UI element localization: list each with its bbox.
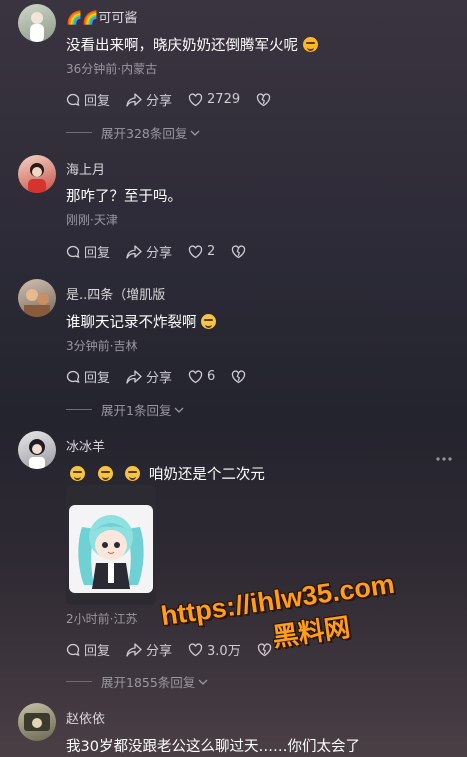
avatar[interactable] <box>18 703 56 741</box>
heart-icon <box>188 244 203 258</box>
chevron-down-icon <box>190 130 200 136</box>
anime-sticker-image <box>69 505 153 593</box>
broken-heart-icon <box>232 244 246 258</box>
grinning-emoji-icon <box>125 466 141 481</box>
avatar[interactable] <box>18 155 56 193</box>
comment-text: 没看出来啊，晓庆奶奶还倒腾军火呢 <box>66 34 318 55</box>
share-button[interactable]: 分享 <box>126 367 172 386</box>
like-button[interactable]: 6 <box>188 369 215 384</box>
share-label: 分享 <box>146 644 173 659</box>
comment-text: 咱奶还是个二次元 <box>66 463 265 484</box>
broken-heart-icon <box>256 92 271 106</box>
dislike-button[interactable] <box>231 369 250 384</box>
share-label: 分享 <box>146 246 173 261</box>
username[interactable]: 赵依依 <box>66 708 105 727</box>
username[interactable]: 是..四条（增肌版 <box>66 284 165 303</box>
laughing-emoji-icon <box>302 37 318 52</box>
reply-label: 回复 <box>84 246 111 261</box>
comment-text-body: 没看出来啊，晓庆奶奶还倒腾军火呢 <box>66 38 298 54</box>
more-options-button[interactable] <box>436 446 452 465</box>
expand-replies-label: 展开1855条回复 <box>101 675 196 690</box>
expand-replies-label: 展开328条回复 <box>101 126 188 141</box>
username[interactable]: 🌈🌈可可酱 <box>66 7 137 26</box>
comment-meta: 2小时前·江苏 <box>66 612 138 626</box>
broken-heart-icon <box>257 642 271 656</box>
comment-image[interactable] <box>66 485 156 605</box>
comment-text: 谁聊天记录不炸裂啊 <box>66 311 217 332</box>
grinning-emoji-icon <box>97 466 113 481</box>
reply-label: 回复 <box>84 371 111 386</box>
avatar[interactable] <box>18 4 56 42</box>
like-count: 2 <box>207 244 216 259</box>
share-button[interactable]: 分享 <box>126 242 172 261</box>
comment-actions: 回复 分享 2729 <box>66 90 291 109</box>
comment-icon <box>66 370 80 383</box>
reply-button[interactable]: 回复 <box>66 367 110 386</box>
reply-button[interactable]: 回复 <box>66 242 110 261</box>
grinning-emoji-icon <box>70 466 85 481</box>
divider <box>66 409 92 410</box>
share-arrow-icon <box>126 244 142 259</box>
reply-label: 回复 <box>84 644 111 659</box>
share-button[interactable]: 分享 <box>126 90 172 109</box>
grinning-emoji-icon <box>201 314 217 329</box>
dislike-button[interactable] <box>256 92 275 107</box>
comment-text-body: 咱奶还是个二次元 <box>148 467 265 483</box>
comment-meta: 36分钟前·内蒙古 <box>66 62 158 76</box>
share-arrow-icon <box>126 369 142 384</box>
comment-text-body: 谁聊天记录不炸裂啊 <box>66 315 197 331</box>
like-button[interactable]: 2 <box>188 244 215 259</box>
heart-icon <box>188 369 203 383</box>
expand-replies-button[interactable]: 展开1条回复 <box>66 400 185 419</box>
comment-icon <box>66 643 80 656</box>
like-button[interactable]: 3.0万 <box>188 640 241 659</box>
heart-icon <box>188 642 203 656</box>
comment-actions: 回复 分享 3.0万 <box>66 640 292 659</box>
avatar[interactable] <box>18 279 56 317</box>
like-count: 6 <box>207 369 216 384</box>
like-count: 2729 <box>207 92 241 107</box>
like-count: 3.0万 <box>207 644 241 659</box>
share-button[interactable]: 分享 <box>126 640 172 659</box>
expand-replies-label: 展开1条回复 <box>101 403 172 418</box>
comment-text: 那咋了？至于吗。 <box>66 189 182 205</box>
comment-icon <box>66 245 80 258</box>
comment-text: 我30岁都没跟老公这么聊过天……你们太会了 <box>66 739 360 755</box>
avatar[interactable] <box>18 431 56 469</box>
divider <box>66 681 92 682</box>
reply-label: 回复 <box>84 94 111 109</box>
share-arrow-icon <box>126 642 142 657</box>
share-arrow-icon <box>126 92 142 107</box>
username[interactable]: 海上月 <box>66 159 105 178</box>
username[interactable]: 冰冰羊 <box>66 436 105 455</box>
expand-replies-button[interactable]: 展开328条回复 <box>66 123 201 142</box>
share-label: 分享 <box>146 94 173 109</box>
comment-actions: 回复 分享 2 <box>66 242 266 261</box>
comment-icon <box>66 93 80 106</box>
reply-button[interactable]: 回复 <box>66 640 110 659</box>
more-dots-icon <box>436 457 452 461</box>
share-label: 分享 <box>146 371 173 386</box>
expand-replies-button[interactable]: 展开1855条回复 <box>66 672 209 691</box>
dislike-button[interactable] <box>231 244 250 259</box>
broken-heart-icon <box>232 369 246 383</box>
comment-meta: 刚刚·天津 <box>66 213 118 227</box>
comment-actions: 回复 分享 6 <box>66 367 266 386</box>
comment-meta: 3分钟前·吉林 <box>66 339 138 353</box>
reply-button[interactable]: 回复 <box>66 90 110 109</box>
like-button[interactable]: 2729 <box>188 92 240 107</box>
chevron-down-icon <box>198 679 208 685</box>
heart-icon <box>188 92 203 106</box>
chevron-down-icon <box>174 407 184 413</box>
divider <box>66 132 92 133</box>
